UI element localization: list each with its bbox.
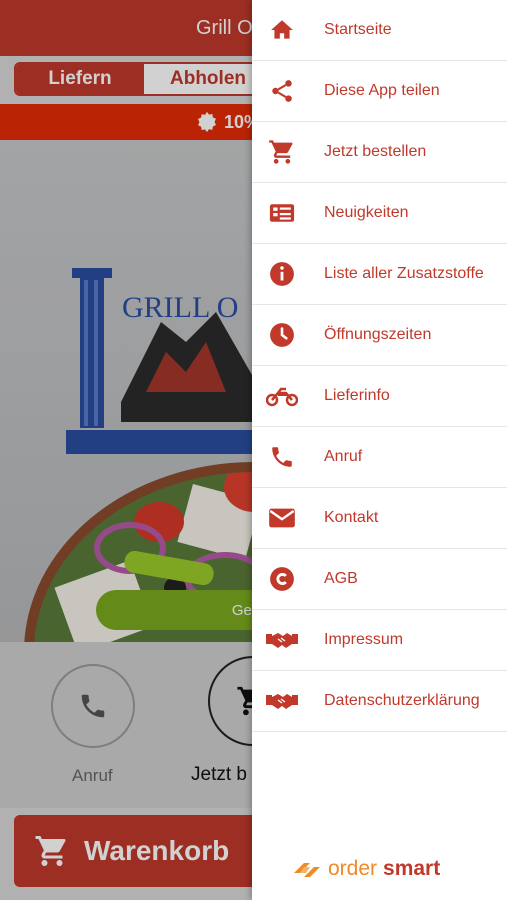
- menu-item-label: Kontakt: [324, 509, 379, 526]
- home-icon: [271, 20, 293, 39]
- menu-item-impressum[interactable]: Impressum: [252, 610, 507, 671]
- menu-item-label: Öffnungszeiten: [324, 326, 432, 343]
- menu-item-kontakt[interactable]: Kontakt: [252, 488, 507, 549]
- news-icon: [269, 204, 295, 222]
- menu-item-label: Diese App teilen: [324, 82, 440, 99]
- cart-icon: [269, 140, 293, 164]
- mail-icon: [269, 508, 295, 528]
- menu-item-label: Liste aller Zusatzstoffe: [324, 265, 484, 282]
- menu-item-startseite[interactable]: Startseite: [252, 0, 507, 61]
- brand-word-order: order: [328, 857, 378, 880]
- copyright-icon: [270, 567, 294, 591]
- menu-item-anruf[interactable]: Anruf: [252, 427, 507, 488]
- menu-item-label: Impressum: [324, 631, 404, 648]
- menu-item-label: Datenschutzerklärung: [324, 692, 480, 709]
- handshake-icon: [266, 633, 298, 648]
- menu-item-label: Jetzt bestellen: [324, 143, 427, 160]
- menu-item-label: Lieferinfo: [324, 387, 390, 404]
- phone-icon: [272, 447, 292, 467]
- menu-item-datenschutz[interactable]: Datenschutzerklärung: [252, 671, 507, 732]
- menu-item-lieferinfo[interactable]: Lieferinfo: [252, 366, 507, 427]
- ordersmart-logo: order smart: [292, 857, 440, 881]
- brand-word-smart: smart: [383, 857, 441, 880]
- motorbike-icon: [266, 387, 298, 407]
- menu-item-oeffnungszeiten[interactable]: Öffnungszeiten: [252, 305, 507, 366]
- menu-item-zusatzstoffe[interactable]: Liste aller Zusatzstoffe: [252, 244, 507, 305]
- handshake-icon: [266, 694, 298, 709]
- menu-item-bestellen[interactable]: Jetzt bestellen: [252, 122, 507, 183]
- menu-item-label: Anruf: [324, 448, 363, 465]
- clock-icon: [270, 323, 294, 347]
- menu-item-label: Neuigkeiten: [324, 204, 409, 221]
- info-icon: [270, 262, 294, 286]
- navigation-drawer: Startseite Diese App teilen Jetzt bestel…: [252, 0, 507, 900]
- menu-item-app-teilen[interactable]: Diese App teilen: [252, 61, 507, 122]
- menu-item-neuigkeiten[interactable]: Neuigkeiten: [252, 183, 507, 244]
- app-screen: Grill O Liefern Abholen 10% GRILL O Geö …: [0, 0, 507, 900]
- ordersmart-logo-icon: [294, 863, 320, 877]
- menu-item-label: AGB: [324, 570, 358, 587]
- menu-item-label: Startseite: [324, 21, 392, 38]
- share-icon: [272, 80, 292, 102]
- menu-item-agb[interactable]: AGB: [252, 549, 507, 610]
